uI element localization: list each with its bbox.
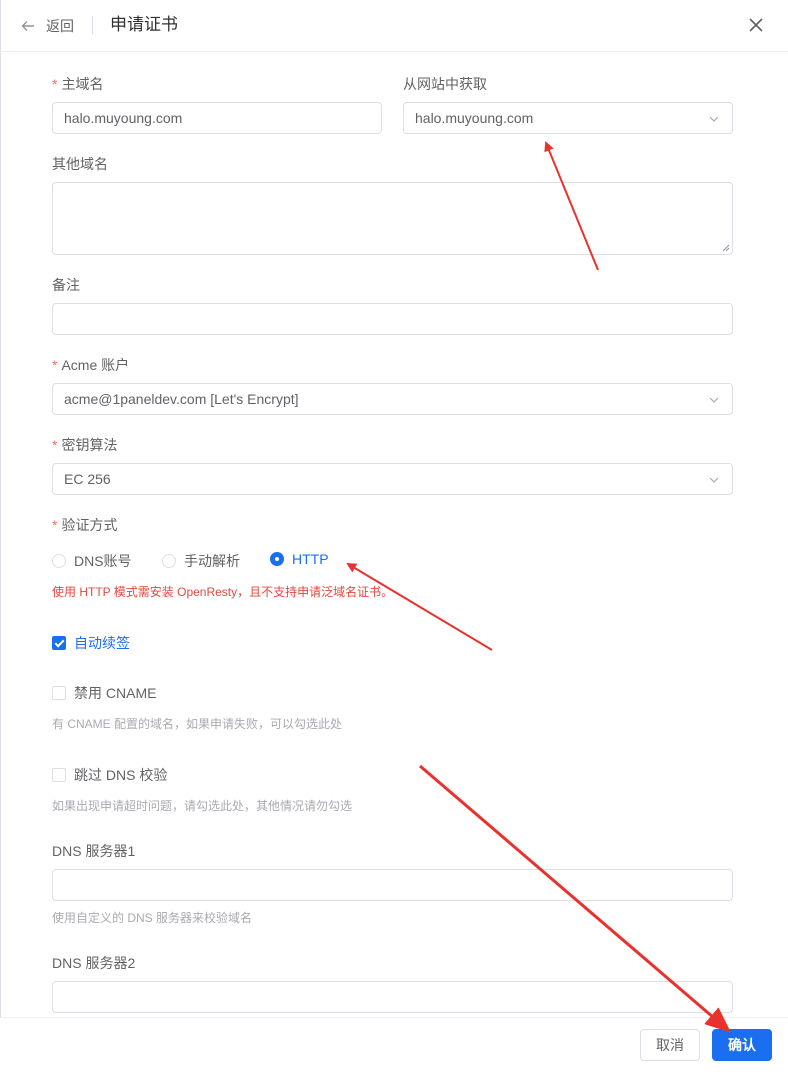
back-button[interactable]: 返回 xyxy=(20,14,74,38)
dns-server1-input[interactable] xyxy=(52,869,733,901)
chevron-down-icon xyxy=(709,116,719,122)
acme-account-label: * Acme 账户 xyxy=(52,356,129,374)
acme-account-value: acme@1paneldev.com [Let's Encrypt] xyxy=(64,391,299,407)
verify-method-label: * 验证方式 xyxy=(52,516,117,534)
skip-dns-check-checkbox[interactable]: 跳过 DNS 校验 xyxy=(52,765,167,785)
back-arrow-icon xyxy=(21,21,34,31)
checkbox-box-icon xyxy=(52,686,66,700)
header-divider xyxy=(92,16,93,34)
primary-domain-label: * 主域名 xyxy=(52,75,103,93)
remark-input[interactable] xyxy=(52,303,733,335)
skip-dns-check-hint: 如果出现申请超时问题，请勾选此处，其他情况请勿勾选 xyxy=(52,799,353,813)
skip-dns-check-label: 跳过 DNS 校验 xyxy=(74,767,168,783)
radio-selected-icon xyxy=(270,552,284,566)
required-mark: * xyxy=(52,517,58,533)
radio-http[interactable]: HTTP xyxy=(270,551,329,567)
acme-account-select[interactable]: acme@1paneldev.com [Let's Encrypt] xyxy=(52,383,733,415)
radio-dns-account[interactable]: DNS账号 xyxy=(52,551,132,571)
radio-circle-icon xyxy=(52,554,66,568)
key-algorithm-value: EC 256 xyxy=(64,471,111,487)
required-mark: * xyxy=(52,437,58,453)
key-algorithm-select[interactable]: EC 256 xyxy=(52,463,733,495)
back-label: 返回 xyxy=(46,18,74,34)
other-domains-label: 其他域名 xyxy=(52,156,108,172)
disable-cname-hint: 有 CNAME 配置的域名，如果申请失败，可以勾选此处 xyxy=(52,717,343,731)
dns-server2-input[interactable] xyxy=(52,981,733,1013)
annotation-arrow-http xyxy=(346,562,493,651)
page-title: 申请证书 xyxy=(110,15,178,34)
required-mark: * xyxy=(52,357,58,373)
required-mark: * xyxy=(52,76,58,92)
chevron-down-icon xyxy=(709,477,719,483)
dns-server1-hint: 使用自定义的 DNS 服务器来校验域名 xyxy=(52,911,253,925)
remark-label: 备注 xyxy=(52,277,80,293)
auto-renew-label: 自动续签 xyxy=(74,635,130,651)
key-algorithm-label-text: 密钥算法 xyxy=(61,437,118,453)
check-icon xyxy=(52,636,66,650)
from-website-select[interactable]: halo.muyoung.com xyxy=(403,102,733,134)
from-website-label: 从网站中获取 xyxy=(403,76,487,92)
disable-cname-label: 禁用 CNAME xyxy=(74,685,157,701)
from-website-value: halo.muyoung.com xyxy=(415,110,534,126)
primary-domain-value: halo.muyoung.com xyxy=(64,110,183,126)
primary-domain-label-text: 主域名 xyxy=(61,76,104,92)
resize-handle-icon[interactable] xyxy=(722,244,730,252)
auto-renew-checkbox[interactable]: 自动续签 xyxy=(52,633,130,653)
close-icon[interactable] xyxy=(746,15,766,35)
other-domains-textarea[interactable] xyxy=(52,182,733,255)
acme-account-label-text: Acme 账户 xyxy=(61,357,130,373)
confirm-button[interactable]: 确认 xyxy=(712,1029,772,1061)
verify-method-label-text: 验证方式 xyxy=(61,517,118,533)
dns-server2-label: DNS 服务器2 xyxy=(52,955,136,971)
key-algorithm-label: * 密钥算法 xyxy=(52,436,117,454)
chevron-down-icon xyxy=(709,397,719,403)
radio-dns-account-label: DNS账号 xyxy=(74,553,132,569)
http-warning-text: 使用 HTTP 模式需安装 OpenResty，且不支持申请泛域名证书。 xyxy=(52,585,394,599)
checkbox-box-icon xyxy=(52,768,66,782)
drawer-footer: 取消 确认 xyxy=(0,1017,788,1076)
dns-server1-label: DNS 服务器1 xyxy=(52,843,136,859)
radio-manual-resolve-label: 手动解析 xyxy=(184,553,240,569)
radio-manual-resolve[interactable]: 手动解析 xyxy=(162,551,240,571)
drawer-header: 返回 申请证书 xyxy=(0,0,788,52)
primary-domain-input[interactable]: halo.muyoung.com xyxy=(52,102,382,134)
disable-cname-checkbox[interactable]: 禁用 CNAME xyxy=(52,683,156,703)
radio-circle-icon xyxy=(162,554,176,568)
radio-http-label: HTTP xyxy=(292,551,329,567)
panel-left-border xyxy=(0,0,1,1076)
cancel-button[interactable]: 取消 xyxy=(640,1029,700,1061)
